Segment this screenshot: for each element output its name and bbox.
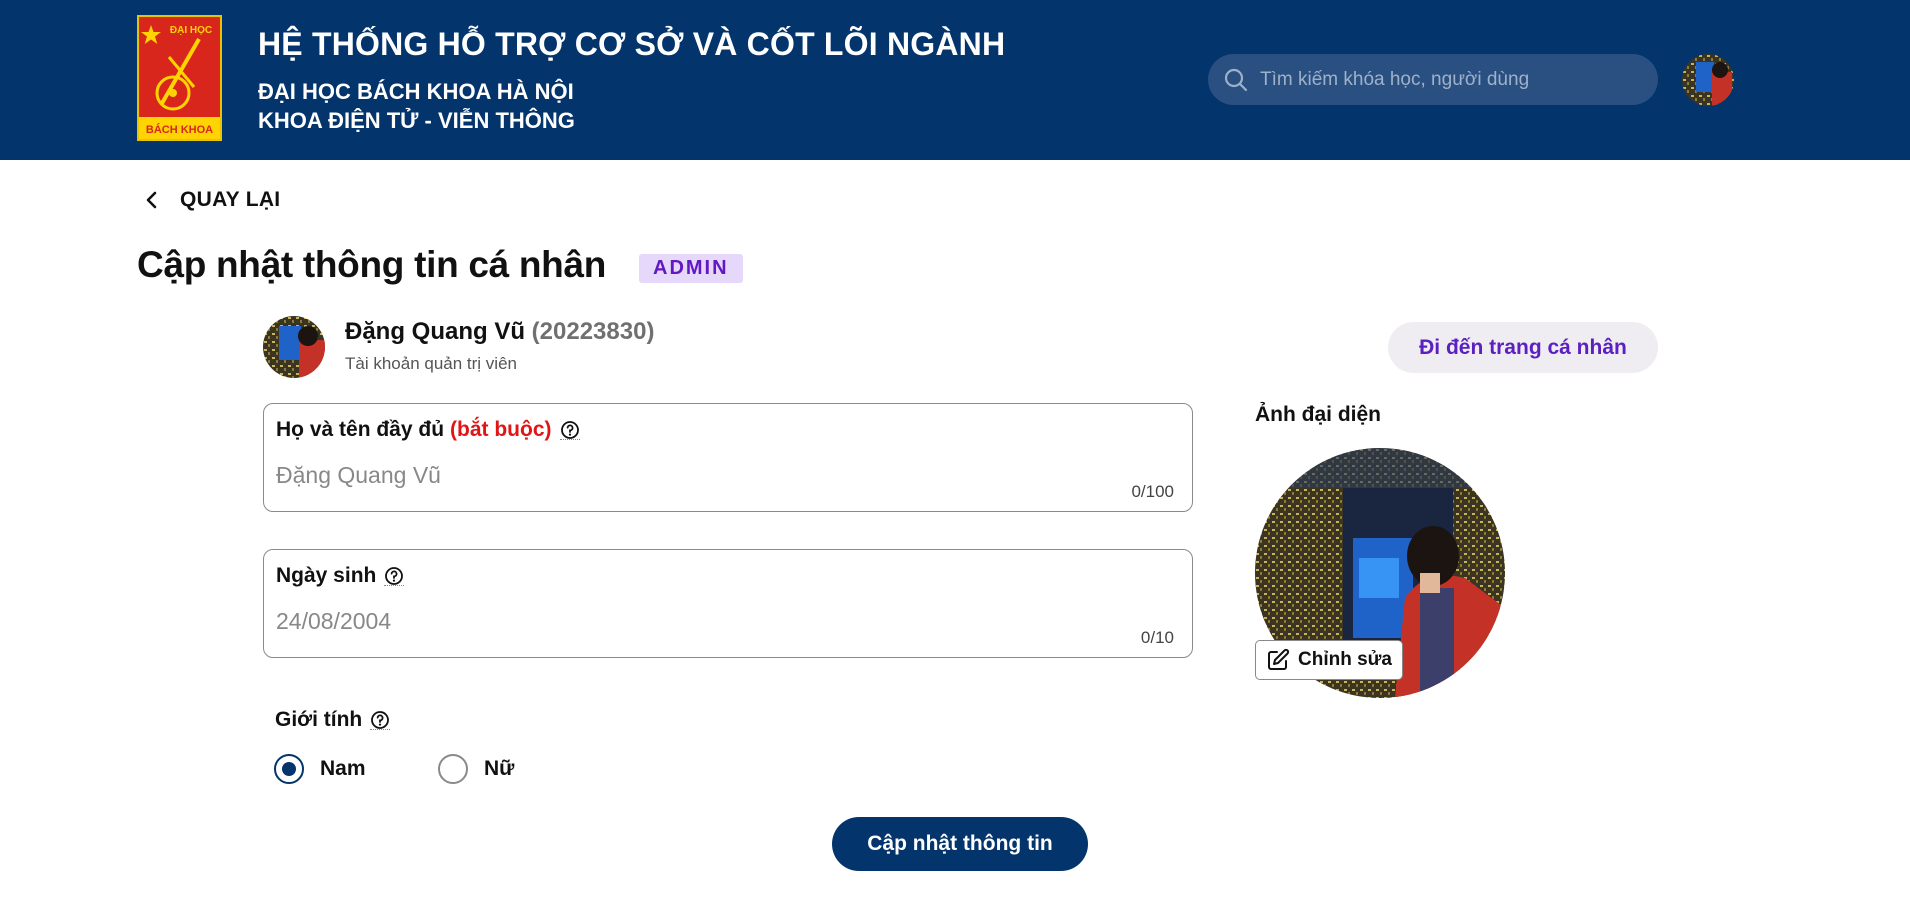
radio-button-checked[interactable] <box>274 754 304 784</box>
birthday-char-counter: 0/10 <box>1140 628 1174 647</box>
role-badge: ADMIN <box>639 254 743 283</box>
fullname-label-text: Họ và tên đầy đủ <box>276 418 445 441</box>
user-name: Đặng Quang Vũ <box>345 318 525 345</box>
header-avatar[interactable] <box>1682 54 1734 106</box>
fullname-label: Họ và tên đầy đủ (bắt buộc) <box>276 418 580 442</box>
help-icon[interactable] <box>370 710 391 730</box>
edit-avatar-label: Chỉnh sửa <box>1298 649 1392 670</box>
gender-radio-male[interactable]: Nam <box>274 754 366 784</box>
user-role: Tài khoản quản trị viên <box>345 354 517 373</box>
user-name-line: Đặng Quang Vũ (20223830) <box>345 318 654 346</box>
radio-button[interactable] <box>438 754 468 784</box>
search-icon <box>1224 68 1248 92</box>
fullname-input[interactable] <box>276 458 1136 492</box>
help-icon[interactable] <box>384 566 405 586</box>
logo-text-bottom: BÁCH KHOA <box>146 123 213 136</box>
chevron-left-icon <box>146 191 157 209</box>
faculty-name: KHOA ĐIỆN TỬ - VIỄN THÔNG <box>258 108 575 133</box>
birthday-field[interactable]: Ngày sinh 0/10 <box>263 549 1193 658</box>
edit-avatar-button[interactable]: Chỉnh sửa <box>1255 640 1403 680</box>
edit-icon <box>1268 648 1290 670</box>
gender-radio-female[interactable]: Nữ <box>438 754 514 784</box>
required-marker: (bắt buộc) <box>450 418 552 441</box>
update-info-button[interactable]: Cập nhật thông tin <box>832 817 1088 871</box>
user-id: (20223830) <box>531 318 655 345</box>
back-label: QUAY LẠI <box>180 188 281 211</box>
birthday-label: Ngày sinh <box>276 564 405 588</box>
avatar-section-label: Ảnh đại diện <box>1255 403 1381 426</box>
university-name: ĐẠI HỌC BÁCH KHOA HÀ NỘI <box>258 79 574 104</box>
gender-option-label: Nam <box>320 757 366 780</box>
fullname-field[interactable]: Họ và tên đầy đủ (bắt buộc) 0/100 <box>263 403 1193 512</box>
university-logo[interactable]: ĐẠI HỌC BÁCH KHOA <box>137 15 222 141</box>
app-header: ĐẠI HỌC BÁCH KHOA HỆ THỐNG HỖ TRỢ CƠ SỞ … <box>0 0 1910 160</box>
gender-label-text: Giới tính <box>275 708 363 731</box>
gender-option-label: Nữ <box>484 757 515 780</box>
user-avatar <box>263 316 325 378</box>
logo-text-top: ĐẠI HỌC <box>170 25 212 36</box>
gender-label: Giới tính <box>275 708 391 732</box>
search-box[interactable] <box>1208 54 1658 105</box>
fullname-char-counter: 0/100 <box>1131 482 1174 501</box>
search-input[interactable] <box>1260 54 1640 105</box>
birthday-label-text: Ngày sinh <box>276 564 377 587</box>
page-title: Cập nhật thông tin cá nhân <box>137 244 607 285</box>
birthday-input[interactable] <box>276 604 1136 638</box>
go-to-profile-button[interactable]: Đi đến trang cá nhân <box>1388 322 1658 373</box>
system-title: HỆ THỐNG HỖ TRỢ CƠ SỞ VÀ CỐT LÕI NGÀNH <box>258 26 1006 62</box>
help-icon[interactable] <box>559 420 580 440</box>
back-link[interactable]: QUAY LẠI <box>142 186 280 214</box>
